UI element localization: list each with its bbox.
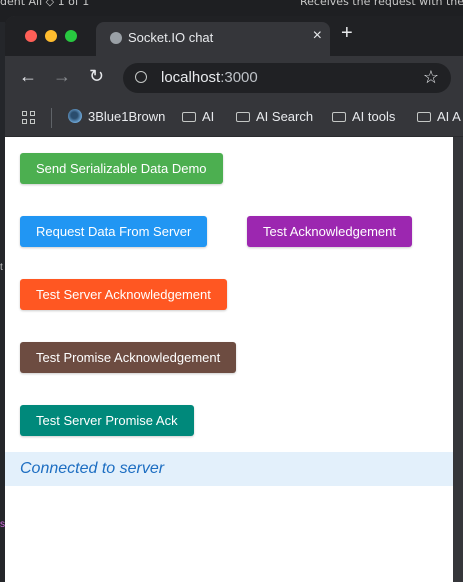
bookmarks-divider xyxy=(51,108,52,128)
request-data-button[interactable]: Request Data From Server xyxy=(20,216,208,247)
close-window-button[interactable] xyxy=(25,30,37,42)
back-icon[interactable]: ← xyxy=(19,66,37,87)
url-text: localhost:3000 xyxy=(161,69,258,86)
tab-socketio-chat[interactable]: Socket.IO chat × xyxy=(96,22,330,56)
bookmark-folder-ai[interactable]: AI xyxy=(182,109,214,124)
bookmark-label: AI Search xyxy=(256,109,314,124)
send-serializable-data-button[interactable]: Send Serializable Data Demo xyxy=(20,153,223,184)
browser-window: Socket.IO chat × + ← → ↻ localhost:3000 … xyxy=(5,16,463,582)
bookmark-folder-ai-tools[interactable]: AI tools xyxy=(332,109,395,124)
folder-icon xyxy=(182,112,196,122)
test-server-acknowledgement-button[interactable]: Test Server Acknowledgement xyxy=(20,279,227,310)
connection-status: Connected to server xyxy=(5,452,453,486)
tab-strip: Socket.IO chat × + xyxy=(5,16,463,56)
bookmark-3blue1brown[interactable]: 3Blue1Brown xyxy=(68,109,165,124)
folder-icon xyxy=(332,112,346,122)
test-acknowledgement-button[interactable]: Test Acknowledgement xyxy=(247,216,412,247)
bookmark-label: AI A xyxy=(437,109,461,124)
tab-title: Socket.IO chat xyxy=(128,30,214,45)
test-promise-acknowledgement-button[interactable]: Test Promise Acknowledgement xyxy=(20,342,237,373)
new-tab-button[interactable]: + xyxy=(341,22,353,45)
folder-icon xyxy=(417,112,431,122)
bookmark-label: AI xyxy=(202,109,215,124)
reload-icon[interactable]: ↻ xyxy=(89,66,104,87)
background-doc-text: Receives the request with the d xyxy=(300,0,463,8)
bookmark-label: 3Blue1Brown xyxy=(88,109,166,124)
apps-grid-icon[interactable] xyxy=(22,111,36,125)
url-port: :3000 xyxy=(220,69,258,86)
bookmarks-bar: 3Blue1Brown AI AI Search AI tools AI A xyxy=(5,100,463,137)
bookmark-label: AI tools xyxy=(352,109,396,124)
tab-close-icon[interactable]: × xyxy=(313,27,322,45)
page-content: Send Serializable Data Demo Request Data… xyxy=(5,137,453,582)
bookmark-folder-ai-search[interactable]: AI Search xyxy=(236,109,313,124)
minimize-window-button[interactable] xyxy=(45,30,57,42)
test-server-promise-ack-button[interactable]: Test Server Promise Ack xyxy=(20,405,194,436)
bookmark-folder-ai-a[interactable]: AI A xyxy=(417,109,461,124)
background-mark: t xyxy=(0,262,3,273)
globe-icon xyxy=(110,32,122,44)
browser-toolbar: ← → ↻ localhost:3000 ☆ xyxy=(5,56,463,100)
folder-icon xyxy=(236,112,250,122)
site-info-icon[interactable] xyxy=(135,71,147,83)
3blue1brown-logo-icon xyxy=(68,109,82,123)
url-host: localhost xyxy=(161,69,221,86)
forward-icon[interactable]: → xyxy=(53,66,71,87)
address-bar[interactable]: localhost:3000 ☆ xyxy=(123,63,451,93)
bookmark-star-icon[interactable]: ☆ xyxy=(423,67,439,88)
maximize-window-button[interactable] xyxy=(65,30,77,42)
background-editor-text: dent All ◇ 1 of 1 xyxy=(0,0,90,8)
